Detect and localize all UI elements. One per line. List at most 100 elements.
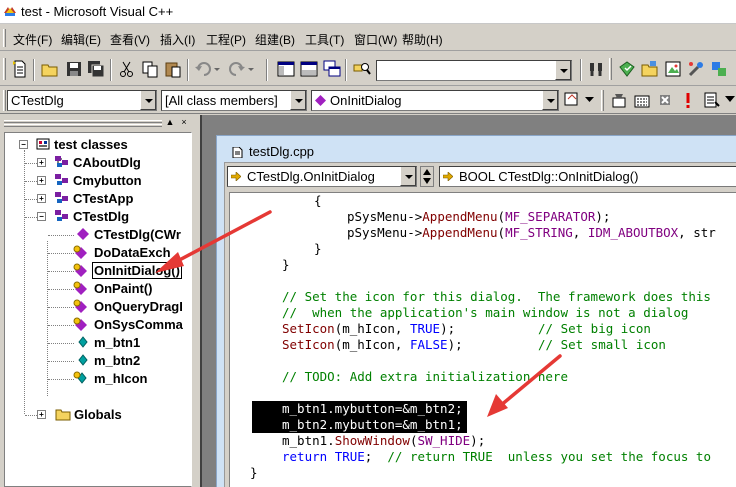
- build-icon[interactable]: [709, 59, 729, 79]
- collapse-icon[interactable]: −: [19, 140, 28, 149]
- menu-edit[interactable]: 编辑(E): [61, 31, 101, 48]
- code-comment-line: // TODO: Add extra initialization here: [282, 369, 568, 384]
- class-icon: [55, 192, 68, 203]
- member-combo[interactable]: OnInitDialog: [311, 90, 559, 111]
- document-client: CTestDlg.OnInitDialog BOOL CTestDlg::OnI…: [224, 162, 736, 487]
- scope-combo[interactable]: CTestDlg.OnInitDialog: [227, 166, 417, 187]
- undo-icon[interactable]: [194, 59, 222, 79]
- protected-method-icon: [73, 317, 87, 331]
- scope-spin[interactable]: [420, 166, 434, 187]
- window-list-icon[interactable]: [322, 59, 342, 79]
- open-folder-icon[interactable]: [40, 59, 60, 79]
- resource-icon[interactable]: [663, 59, 683, 79]
- new-text-file-icon[interactable]: [10, 59, 30, 79]
- stop-build-icon[interactable]: [655, 90, 675, 110]
- menu-window[interactable]: 窗口(W): [354, 31, 397, 48]
- tree-item-label: CAboutDlg: [73, 155, 141, 170]
- menu-tools[interactable]: 工具(T): [305, 31, 344, 48]
- function-combo-value: BOOL CTestDlg::OnInitDialog(): [459, 169, 639, 184]
- paste-icon[interactable]: [163, 59, 183, 79]
- chevron-down-icon[interactable]: [140, 91, 156, 110]
- folder-icon: [55, 409, 71, 421]
- tree-class-cmybutton[interactable]: + Cmybutton: [5, 172, 191, 190]
- code-line-selected: m_btn2.mybutton=&m_btn1;: [252, 417, 467, 433]
- menu-help[interactable]: 帮助(H): [402, 31, 443, 48]
- expand-icon[interactable]: +: [37, 158, 46, 167]
- class-wizard-icon[interactable]: [617, 59, 637, 79]
- breakpoint-icon[interactable]: [722, 90, 736, 110]
- tree-member-oninitdialog[interactable]: OnInitDialog(): [5, 262, 191, 280]
- tree-member-m-hicon[interactable]: m_hIcon: [5, 370, 191, 388]
- class-icon: [55, 156, 68, 167]
- tree-member-onpaint[interactable]: OnPaint(): [5, 280, 191, 298]
- compile-icon[interactable]: [609, 90, 629, 110]
- expand-icon[interactable]: +: [37, 194, 46, 203]
- toolbar-grip[interactable]: [3, 58, 6, 80]
- tree-globals[interactable]: + Globals: [5, 406, 191, 424]
- output-icon[interactable]: [299, 59, 319, 79]
- chevron-down-icon[interactable]: [423, 178, 431, 184]
- find-combo[interactable]: [376, 60, 572, 81]
- code-line: return TRUE; // return TRUE unless you s…: [282, 449, 711, 464]
- expand-icon[interactable]: +: [37, 176, 46, 185]
- tree-class-caboutdlg[interactable]: + CAboutDlg: [5, 154, 191, 172]
- tree-connector: [48, 271, 74, 272]
- tree-member-constructor[interactable]: CTestDlg(CWr: [5, 226, 191, 244]
- tree-connector: [25, 181, 37, 182]
- chevron-down-icon[interactable]: [290, 91, 306, 110]
- document-window[interactable]: testDlg.cpp CTestDlg.OnInitDialog BOOL C…: [216, 135, 736, 487]
- copy-icon[interactable]: [140, 59, 160, 79]
- redo-icon[interactable]: [228, 59, 256, 79]
- class-icon: [55, 174, 68, 185]
- chevron-down-icon[interactable]: [585, 95, 594, 104]
- function-combo[interactable]: BOOL CTestDlg::OnInitDialog(): [439, 166, 736, 187]
- menu-insert[interactable]: 插入(I): [160, 31, 195, 48]
- workspace-icon[interactable]: [276, 59, 296, 79]
- open-workspace-icon[interactable]: [640, 59, 660, 79]
- cut-icon[interactable]: [117, 59, 137, 79]
- panel-grip[interactable]: [4, 120, 162, 123]
- menubar-grip[interactable]: [3, 29, 6, 47]
- maximize-panel-icon[interactable]: ▲: [164, 117, 176, 129]
- protected-method-icon: [73, 299, 87, 313]
- panel-grip[interactable]: [4, 124, 162, 127]
- tree-connector: [25, 163, 37, 164]
- toolbar-grip[interactable]: [601, 90, 604, 111]
- chevron-up-icon[interactable]: [423, 169, 431, 175]
- filter-combo[interactable]: [All class members]: [161, 90, 307, 111]
- collapse-icon[interactable]: −: [37, 212, 46, 221]
- expand-icon[interactable]: +: [37, 410, 46, 419]
- tree-item-label: DoDataExch: [94, 245, 171, 260]
- menu-build[interactable]: 组建(B): [255, 31, 295, 48]
- tree-class-ctestdlg[interactable]: − CTestDlg: [5, 208, 191, 226]
- build-project-icon[interactable]: [632, 90, 652, 110]
- code-comment-line: // when the application's main window is…: [282, 305, 689, 320]
- class-combo[interactable]: CTestDlg: [7, 90, 157, 111]
- wizard-action-icon[interactable]: [562, 90, 582, 110]
- tree-member-m-btn2[interactable]: m_btn2: [5, 352, 191, 370]
- chevron-down-icon[interactable]: [400, 167, 416, 186]
- menu-file[interactable]: 文件(F): [13, 31, 52, 48]
- tree-root[interactable]: − test classes: [5, 136, 191, 154]
- tree-member-onsyscommand[interactable]: OnSysComma: [5, 316, 191, 334]
- save-all-icon[interactable]: [86, 59, 106, 79]
- tools-icon[interactable]: [686, 59, 706, 79]
- toolbar-grip[interactable]: [609, 58, 612, 80]
- tree-member-m-btn1[interactable]: m_btn1: [5, 334, 191, 352]
- tree-member-dodataexchange[interactable]: DoDataExch: [5, 244, 191, 262]
- tree-member-onquerydragicon[interactable]: OnQueryDragI: [5, 298, 191, 316]
- tree-class-ctestapp[interactable]: + CTestApp: [5, 190, 191, 208]
- save-icon[interactable]: [64, 59, 84, 79]
- code-editor[interactable]: { pSysMenu->AppendMenu(MF_SEPARATOR); pS…: [229, 192, 736, 487]
- menu-view[interactable]: 查看(V): [110, 31, 150, 48]
- find-in-files-icon[interactable]: [352, 59, 372, 79]
- toolbar-grip[interactable]: [3, 90, 6, 111]
- find-icon[interactable]: [586, 59, 606, 79]
- execute-icon[interactable]: [678, 90, 698, 110]
- chevron-down-icon[interactable]: [555, 61, 571, 80]
- menu-project[interactable]: 工程(P): [206, 31, 246, 48]
- chevron-down-icon[interactable]: [542, 91, 558, 110]
- go-debug-icon[interactable]: [701, 90, 721, 110]
- close-panel-icon[interactable]: ×: [178, 117, 190, 129]
- class-tree[interactable]: − test classes + CAboutDlg + Cmybutton +…: [4, 132, 192, 487]
